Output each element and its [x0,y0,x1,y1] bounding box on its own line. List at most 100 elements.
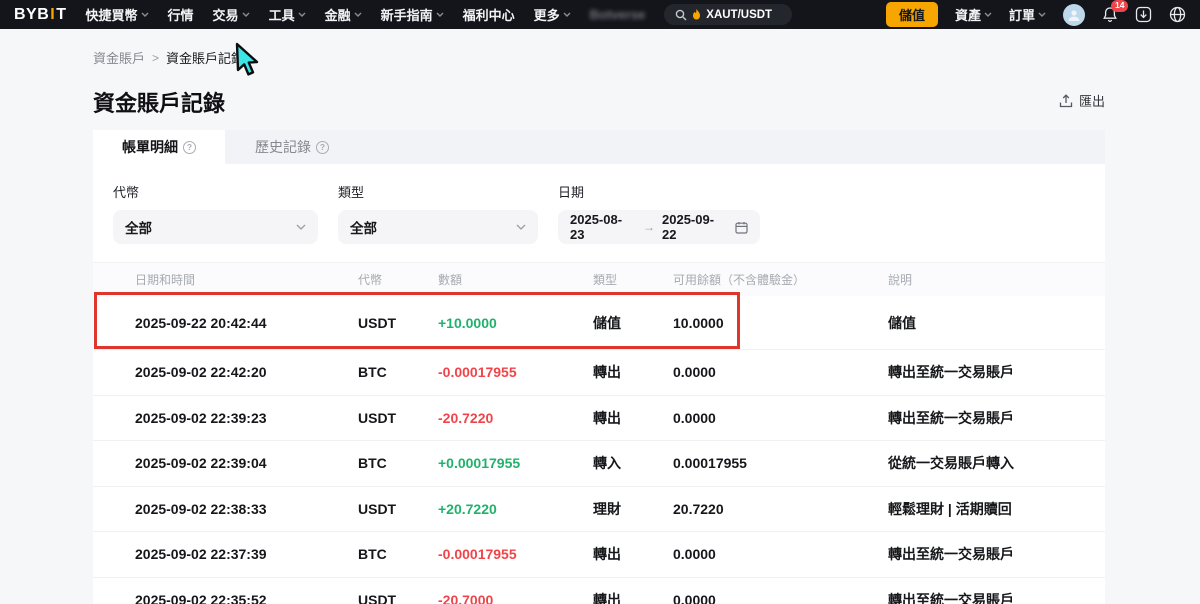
date-from: 2025-08-23 [570,212,636,242]
tab-statement-details[interactable]: 帳單明細 ? [93,130,225,164]
breadcrumb: 資金賬戶 > 資金賬戶記錄 [93,48,244,67]
breadcrumb-separator: > [152,51,159,65]
cell-datetime: 2025-09-02 22:42:20 [93,364,358,380]
breadcrumb-funding-account[interactable]: 資金賬戶 [93,48,145,67]
nav-item-tools[interactable]: 工具 [269,5,306,24]
notification-badge: 14 [1111,0,1128,12]
cell-amount: -20.7000 [438,592,593,604]
cell-type: 轉入 [593,453,673,473]
header-amount: 數額 [438,271,593,288]
nav-item-beginner-guide[interactable]: 新手指南 [381,5,444,24]
cell-datetime: 2025-09-22 20:42:44 [93,315,358,331]
chevron-down-icon [354,12,362,17]
search-icon [675,9,687,21]
filter-bar: 代幣 全部 類型 全部 日期 2025-08-23 → 2025-09-22 [93,164,1105,262]
language-globe-icon[interactable] [1169,6,1186,23]
cell-balance: 20.7220 [673,501,888,517]
cell-coin: USDT [358,315,438,331]
table-row: 2025-09-02 22:35:52 USDT -20.7000 轉出 0.0… [93,578,1105,604]
cell-balance: 0.0000 [673,592,888,604]
nav-item-trade[interactable]: 交易 [213,5,250,24]
nav-item-botverse-blurred[interactable]: Botverse [590,7,646,22]
chevron-down-icon [436,12,444,17]
cell-coin: BTC [358,455,438,471]
date-filter: 日期 2025-08-23 → 2025-09-22 [558,182,760,244]
chevron-down-icon [296,224,306,230]
search-trending-pair: XAUT/USDT [706,9,772,21]
cell-balance: 0.0000 [673,546,888,562]
chevron-down-icon [563,12,571,17]
cell-description: 轉出至統一交易賬戶 [888,544,1105,564]
cell-datetime: 2025-09-02 22:39:23 [93,410,358,426]
type-filter: 類型 全部 [338,182,538,244]
assets-menu[interactable]: 資產 [955,5,992,24]
cell-coin: BTC [358,364,438,380]
nav-item-markets[interactable]: 行情 [168,5,194,24]
cell-type: 轉出 [593,408,673,428]
header-datetime: 日期和時間 [93,271,358,288]
chevron-down-icon [298,12,306,17]
chevron-down-icon [141,12,149,17]
download-app-icon[interactable] [1135,6,1152,23]
tab-strip: 帳單明細 ? 歷史記錄 ? [93,130,1105,164]
logo-accent-bar: I [50,6,55,24]
avatar [1063,4,1085,26]
nav-item-more[interactable]: 更多 [534,5,571,24]
deposit-button[interactable]: 儲值 [886,2,938,27]
orders-menu[interactable]: 訂單 [1009,5,1046,24]
chevron-down-icon [984,12,992,17]
logo-text-2: T [56,6,66,24]
tab-history[interactable]: 歷史記錄 ? [225,130,359,164]
cell-datetime: 2025-09-02 22:38:33 [93,501,358,517]
breadcrumb-current-page: 資金賬戶記錄 [166,48,244,67]
cell-description: 轉出至統一交易賬戶 [888,590,1105,604]
nav-item-finance[interactable]: 金融 [325,5,362,24]
bybit-logo[interactable]: BYBIT [14,6,67,24]
cell-datetime: 2025-09-02 22:35:52 [93,592,358,604]
cell-coin: BTC [358,546,438,562]
cell-description: 轉出至統一交易賬戶 [888,362,1105,382]
cell-description: 轉出至統一交易賬戶 [888,408,1105,428]
nav-item-buy-crypto[interactable]: 快捷買幣 [86,5,149,24]
cell-amount: -20.7220 [438,410,593,426]
chevron-down-icon [242,12,250,17]
date-range-picker[interactable]: 2025-08-23 → 2025-09-22 [558,210,760,244]
notifications-bell[interactable]: 14 [1102,6,1118,23]
cell-balance: 10.0000 [673,315,888,331]
cell-amount: +10.0000 [438,315,593,331]
date-range-arrow: → [643,220,655,234]
cell-coin: USDT [358,410,438,426]
type-filter-select[interactable]: 全部 [338,210,538,244]
records-panel: 帳單明細 ? 歷史記錄 ? 代幣 全部 類型 全部 日期 2025-08-23 [93,130,1105,604]
help-icon[interactable]: ? [183,141,196,154]
type-filter-label: 類型 [338,182,538,201]
cell-description: 從統一交易賬戶轉入 [888,453,1105,473]
coin-filter-select[interactable]: 全部 [113,210,318,244]
cell-amount: -0.00017955 [438,546,593,562]
search-input[interactable]: XAUT/USDT [664,4,792,25]
table-row: 2025-09-02 22:37:39 BTC -0.00017955 轉出 0… [93,532,1105,578]
header-coin: 代幣 [358,271,438,288]
coin-filter: 代幣 全部 [113,182,318,244]
cell-amount: +20.7220 [438,501,593,517]
cell-amount: -0.00017955 [438,364,593,380]
header-balance: 可用餘額（不含體驗金） [673,271,888,288]
date-filter-label: 日期 [558,182,760,201]
date-to: 2025-09-22 [662,212,728,242]
table-row: 2025-09-02 22:39:04 BTC +0.00017955 轉入 0… [93,441,1105,487]
cell-description: 輕鬆理財 | 活期贖回 [888,499,1105,519]
nav-item-rewards-hub[interactable]: 福利中心 [463,5,515,24]
table-row: 2025-09-22 20:42:44 USDT +10.0000 儲值 10.… [93,296,1105,350]
cell-type: 轉出 [593,544,673,564]
help-icon[interactable]: ? [316,141,329,154]
flame-icon [692,9,701,20]
cell-datetime: 2025-09-02 22:37:39 [93,546,358,562]
cell-description: 儲值 [888,313,1105,333]
export-button[interactable]: 匯出 [1059,91,1105,110]
top-navigation: BYBIT 快捷買幣 行情 交易 工具 金融 新手指南 福利中心 更多 Botv… [0,0,1200,29]
header-type: 類型 [593,271,673,288]
cell-balance: 0.00017955 [673,455,888,471]
cell-type: 轉出 [593,362,673,382]
user-avatar[interactable] [1063,4,1085,26]
header-description: 說明 [888,271,1105,288]
